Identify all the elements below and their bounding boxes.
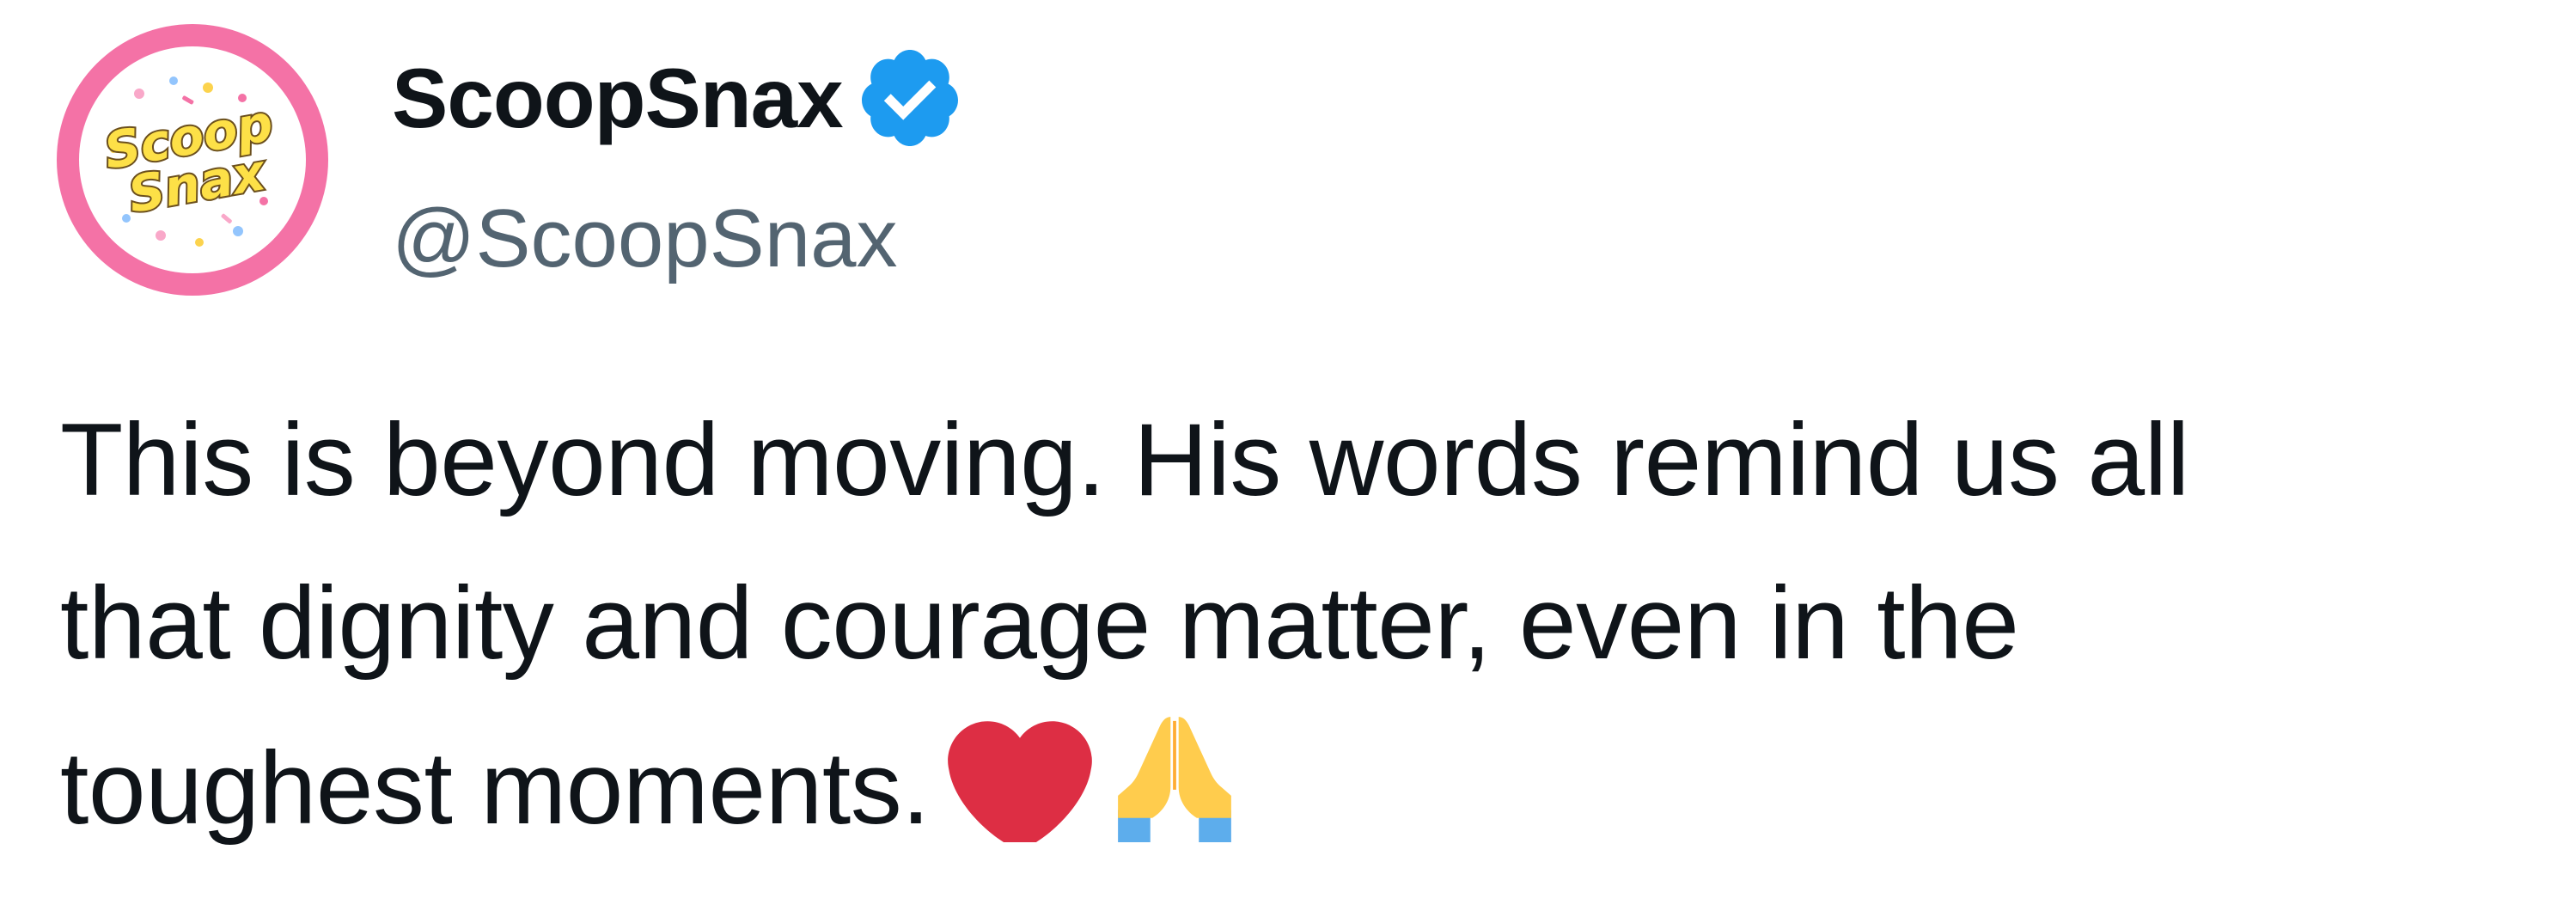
verified-badge-icon [861,50,958,146]
tweet-text-line-3-text: toughest moments. [60,731,931,846]
tweet-card: Scoop Snax ScoopSnax @ScoopSnax This is … [0,0,2576,917]
tweet-text: This is beyond moving. His words remind … [60,378,2552,870]
red-heart-icon [947,713,1093,842]
display-name-row: ScoopSnax [392,46,965,150]
folded-hands-icon [1102,705,1248,842]
display-name[interactable]: ScoopSnax [392,46,844,150]
avatar-image: Scoop Snax [79,46,306,273]
scoopsnax-logo-icon: Scoop Snax [98,76,278,247]
tweet-text-line-3: toughest moments. [60,705,2552,870]
author-names: ScoopSnax @ScoopSnax [392,24,965,290]
author-handle[interactable]: @ScoopSnax [392,187,965,290]
tweet-text-line-2: that dignity and courage matter, even in… [60,565,2019,681]
avatar[interactable]: Scoop Snax [57,24,328,296]
tweet-text-line-1: This is beyond moving. His words remind … [60,402,2189,517]
tweet-header: Scoop Snax ScoopSnax @ScoopSnax [57,24,965,296]
